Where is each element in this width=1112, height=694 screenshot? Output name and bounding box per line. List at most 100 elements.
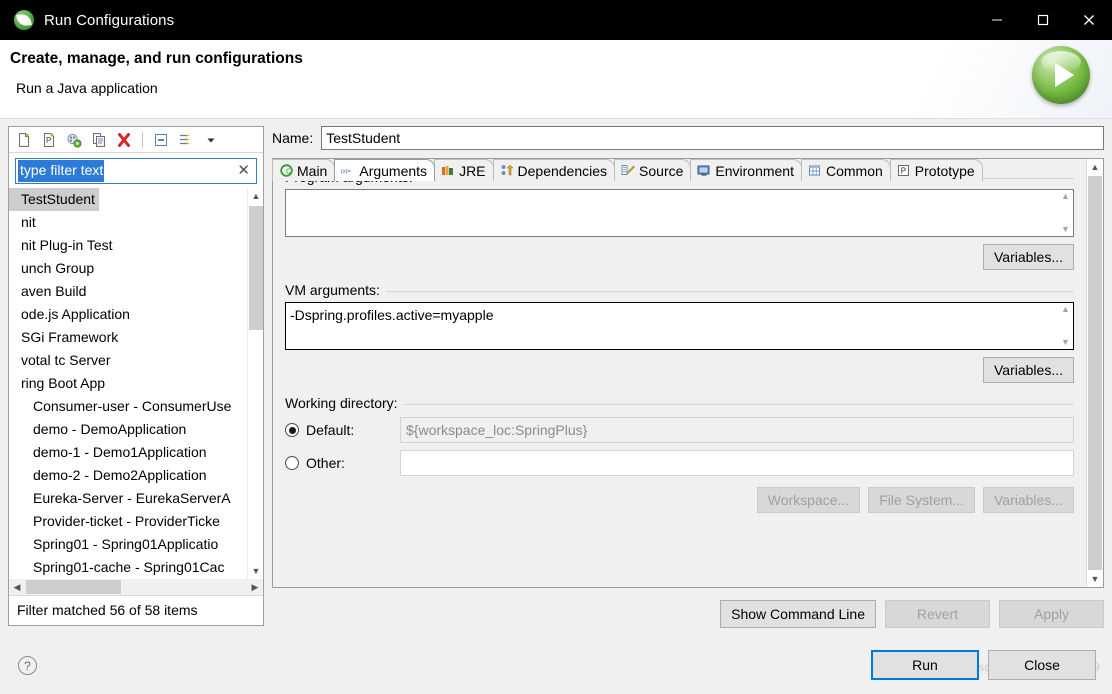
- scroll-left-icon[interactable]: ◀: [9, 579, 25, 595]
- scroll-up-icon[interactable]: ▲: [1061, 305, 1070, 314]
- scroll-right-icon[interactable]: ▶: [247, 579, 263, 595]
- run-button[interactable]: Run: [871, 650, 979, 680]
- maximize-icon[interactable]: [1020, 0, 1066, 40]
- scrollbar-thumb[interactable]: [249, 206, 263, 330]
- chevron-down-icon[interactable]: [200, 129, 222, 151]
- configurations-toolbar: P: [9, 127, 263, 153]
- program-arguments-input[interactable]: [286, 190, 1058, 236]
- program-arguments-scroll[interactable]: ▲ ▼: [1058, 190, 1073, 236]
- working-dir-variables-button[interactable]: Variables...: [983, 487, 1074, 513]
- tab-common[interactable]: Common: [800, 159, 891, 181]
- page-vertical-scrollbar[interactable]: ▲ ▼: [1086, 159, 1103, 587]
- default-radio[interactable]: [285, 423, 299, 437]
- list-item[interactable]: Consumer-user - ConsumerUse: [21, 395, 247, 418]
- name-input[interactable]: [321, 126, 1104, 150]
- list-item[interactable]: votal tc Server: [9, 349, 247, 372]
- duplicate-icon[interactable]: [88, 129, 110, 151]
- minimize-icon[interactable]: [974, 0, 1020, 40]
- dependencies-icon: [500, 164, 514, 178]
- window-controls: [974, 0, 1112, 40]
- list-item[interactable]: aven Build: [9, 280, 247, 303]
- scroll-down-icon[interactable]: ▼: [1087, 571, 1103, 587]
- jre-books-icon: [441, 164, 455, 178]
- scroll-down-icon[interactable]: ▼: [1061, 338, 1070, 347]
- source-pencil-icon: [621, 164, 635, 178]
- filter-icon[interactable]: [175, 129, 197, 151]
- dialog-body: P type filter text ✕ TestStudent nit nit…: [0, 119, 1112, 694]
- configurations-panel: P type filter text ✕ TestStudent nit nit…: [8, 126, 264, 626]
- working-directory-default-row[interactable]: Default: ${workspace_loc:SpringPlus}: [285, 416, 1074, 444]
- show-command-line-button[interactable]: Show Command Line: [720, 600, 876, 628]
- svg-text:P: P: [901, 167, 906, 176]
- tab-prototype[interactable]: P Prototype: [889, 159, 983, 181]
- tab-arguments[interactable]: (x)= Arguments: [334, 159, 436, 181]
- tab-main[interactable]: C Main: [272, 159, 336, 181]
- apply-button[interactable]: Apply: [999, 600, 1104, 628]
- list-item[interactable]: Spring01 - Spring01Applicatio: [21, 533, 247, 556]
- environment-monitor-icon: [697, 164, 711, 178]
- file-system-button[interactable]: File System...: [868, 487, 975, 513]
- working-directory-other-row[interactable]: Other:: [285, 449, 1074, 477]
- program-arguments-textarea-wrap[interactable]: ▲ ▼: [285, 189, 1074, 237]
- page-subtitle: Run a Java application: [16, 80, 158, 96]
- list-item[interactable]: demo-1 - Demo1Application: [21, 441, 247, 464]
- toolbar-separator: [142, 131, 143, 148]
- dialog-header: Create, manage, and run configurations R…: [0, 40, 1112, 119]
- list-item[interactable]: Spring01-cache - Spring01Cac: [21, 556, 247, 579]
- tab-environment[interactable]: Environment: [690, 159, 802, 181]
- collapse-all-icon[interactable]: [150, 129, 172, 151]
- arguments-content: Program arguments: ▲ ▼ Variables... VM a…: [273, 159, 1086, 587]
- list-item[interactable]: unch Group: [9, 257, 247, 280]
- close-icon[interactable]: [1066, 0, 1112, 40]
- tab-jre[interactable]: JRE: [434, 159, 494, 181]
- tab-source[interactable]: Source: [614, 159, 692, 181]
- list-item[interactable]: Eureka-Server - EurekaServerA: [21, 487, 247, 510]
- arguments-xeq-icon: (x)=: [341, 164, 355, 178]
- list-item[interactable]: ode.js Application: [9, 303, 247, 326]
- other-radio[interactable]: [285, 456, 299, 470]
- list-item[interactable]: ring Boot App: [9, 372, 247, 395]
- clear-x-icon[interactable]: ✕: [237, 162, 250, 180]
- scroll-down-icon[interactable]: ▼: [1061, 225, 1070, 234]
- help-question-icon[interactable]: ?: [18, 656, 37, 675]
- list-item[interactable]: demo - DemoApplication: [21, 418, 247, 441]
- list-item[interactable]: TestStudent: [9, 188, 99, 211]
- vm-arguments-input[interactable]: [286, 303, 1058, 349]
- svg-text:(x)=: (x)=: [341, 169, 351, 175]
- workspace-button[interactable]: Workspace...: [756, 487, 861, 513]
- vm-arguments-textarea-wrap[interactable]: ▲ ▼: [285, 302, 1074, 350]
- scrollbar-thumb[interactable]: [1088, 176, 1102, 570]
- tab-label: Dependencies: [517, 162, 608, 179]
- program-variables-button[interactable]: Variables...: [983, 244, 1074, 270]
- list-item[interactable]: nit Plug-in Test: [9, 234, 247, 257]
- program-arguments-buttons: Variables...: [285, 244, 1074, 270]
- scroll-up-icon[interactable]: ▲: [248, 188, 263, 204]
- scrollbar-thumb-horizontal[interactable]: [26, 580, 121, 594]
- list-item[interactable]: Provider-ticket - ProviderTicke: [21, 510, 247, 533]
- vm-arguments-scroll[interactable]: ▲ ▼: [1058, 303, 1073, 349]
- close-button[interactable]: Close: [988, 650, 1096, 680]
- new-file-icon[interactable]: [13, 129, 35, 151]
- vm-arguments-buttons: Variables...: [285, 357, 1074, 383]
- tab-dependencies[interactable]: Dependencies: [492, 159, 616, 181]
- search-input[interactable]: type filter text ✕: [15, 158, 257, 184]
- name-row: Name:: [272, 126, 1104, 150]
- tree-vertical-scrollbar[interactable]: ▲ ▼: [247, 188, 263, 579]
- vm-variables-button[interactable]: Variables...: [983, 357, 1074, 383]
- scroll-down-icon[interactable]: ▼: [248, 563, 263, 579]
- filter-status-text: Filter matched 56 of 58 items: [9, 595, 263, 625]
- editor-action-buttons: Show Command Line Revert Apply: [720, 600, 1104, 628]
- scroll-up-icon[interactable]: ▲: [1061, 192, 1070, 201]
- export-run-icon[interactable]: [63, 129, 85, 151]
- delete-red-x-icon[interactable]: [113, 129, 135, 151]
- list-item[interactable]: SGi Framework: [9, 326, 247, 349]
- list-item[interactable]: nit: [9, 211, 247, 234]
- other-directory-input[interactable]: [400, 450, 1074, 476]
- configurations-tree[interactable]: TestStudent nit nit Plug-in Test unch Gr…: [9, 188, 263, 595]
- tree-horizontal-scrollbar[interactable]: ◀ ▶: [9, 579, 263, 595]
- revert-button[interactable]: Revert: [885, 600, 990, 628]
- list-item[interactable]: demo-2 - Demo2Application: [21, 464, 247, 487]
- working-directory-label: Working directory:: [285, 395, 404, 411]
- window-title: Run Configurations: [44, 11, 175, 29]
- new-prototype-icon[interactable]: P: [38, 129, 60, 151]
